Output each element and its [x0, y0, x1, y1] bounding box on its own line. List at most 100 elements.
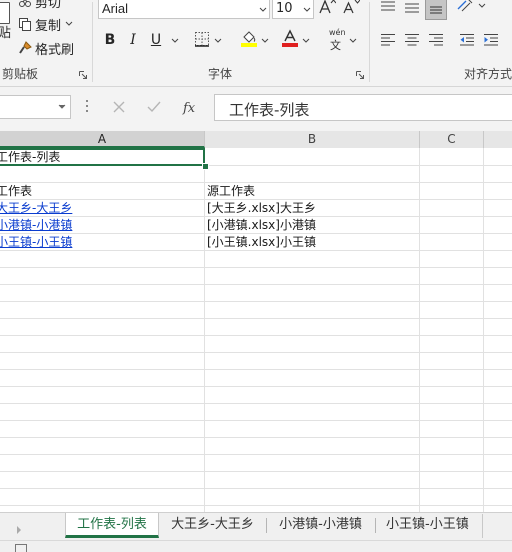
sheet-tab-active[interactable]: 工作表-列表: [65, 513, 159, 538]
fill-handle[interactable]: [202, 163, 209, 170]
cell-b3[interactable]: 源工作表: [207, 183, 255, 199]
column-gridline: [419, 148, 420, 512]
dialog-launcher-icon[interactable]: [356, 71, 364, 79]
underline-button[interactable]: U: [145, 29, 167, 51]
cell-a6-link[interactable]: 小王镇-小王镇: [0, 234, 72, 250]
decrease-indent-button[interactable]: [456, 29, 478, 51]
paste-label: 贴: [0, 26, 12, 41]
increase-font-size-button[interactable]: [318, 0, 337, 16]
copy-button[interactable]: 复制: [18, 15, 73, 34]
insert-function-button[interactable]: fx: [183, 97, 203, 117]
chevron-down-icon: [303, 7, 311, 12]
row-gridline: [0, 420, 512, 421]
align-left-button[interactable]: [377, 29, 399, 51]
bold-button[interactable]: B: [99, 29, 121, 51]
font-family-value: Arial: [102, 1, 129, 16]
font-size-value: 10: [276, 1, 293, 16]
format-painter-label: 格式刷: [35, 42, 75, 58]
column-header-d[interactable]: [484, 131, 512, 148]
column-gridline: [204, 148, 205, 512]
row-gridline: [0, 335, 512, 336]
align-right-icon: [429, 34, 443, 46]
row-gridline: [0, 182, 512, 183]
row-gridline: [0, 471, 512, 472]
chevron-down-icon: [58, 104, 66, 109]
row-gridline: [0, 369, 512, 370]
align-right-button[interactable]: [425, 29, 447, 51]
sheet-tab-bar: 工作表-列表 大王乡-大王乡 小港镇-小港镇 小王镇-小王镇: [0, 512, 512, 541]
cancel-button[interactable]: [111, 99, 127, 115]
row-gridline: [0, 301, 512, 302]
align-center-button[interactable]: [401, 29, 423, 51]
ribbon: 贴 剪切 复制 格式刷 剪贴板 Arial 10 B I U wén 文 字体 …: [0, 0, 512, 87]
worksheet-grid[interactable]: 工作表-列表 工作表 源工作表 大王乡-大王乡 [大王乡.xlsx]大王乡 小港…: [0, 148, 512, 512]
row-gridline: [0, 352, 512, 353]
row-gridline: [0, 250, 512, 251]
status-bar: [0, 540, 512, 552]
row-gridline: [0, 403, 512, 404]
decrease-font-size-button[interactable]: [342, 0, 361, 16]
format-painter-button[interactable]: 格式刷: [18, 39, 75, 58]
align-bottom-button[interactable]: [425, 0, 447, 20]
borders-button[interactable]: [194, 31, 224, 49]
sheet-tab[interactable]: 小港镇-小港镇: [268, 513, 373, 537]
cell-b6[interactable]: [小王镇.xlsx]小王镇: [207, 234, 316, 250]
sheet-tab[interactable]: 小王镇-小王镇: [378, 513, 488, 537]
align-top-icon: [381, 1, 395, 11]
paint-bucket-icon: [241, 31, 257, 47]
name-box[interactable]: [0, 95, 71, 119]
chevron-down-icon: [302, 38, 310, 43]
scissors-icon: [19, 0, 31, 7]
font-size-select[interactable]: 10: [272, 0, 314, 19]
chevron-down-icon: [214, 38, 222, 43]
column-header-a[interactable]: A: [0, 131, 205, 148]
italic-label: I: [130, 32, 136, 48]
cell-a5-link[interactable]: 小港镇-小港镇: [0, 217, 72, 233]
font-shrink-icon: [343, 0, 361, 14]
checkmark-icon: [147, 101, 161, 113]
bold-label: B: [104, 32, 116, 48]
phonetic-guide-button[interactable]: wén 文: [325, 28, 359, 52]
orientation-button[interactable]: [456, 0, 488, 17]
formula-input[interactable]: 工作表-列表: [214, 94, 512, 121]
phonetic-bottom-label: 文: [330, 39, 341, 52]
font-color-button[interactable]: [281, 29, 311, 51]
font-color-icon: [282, 29, 298, 47]
increase-indent-icon: [484, 34, 498, 46]
column-headers: A B C: [0, 131, 512, 149]
cell-b4[interactable]: [大王乡.xlsx]大王乡: [207, 200, 316, 216]
underline-label: U: [150, 32, 162, 48]
font-group-label: 字体: [208, 67, 233, 81]
chevron-down-icon[interactable]: [171, 38, 179, 44]
align-middle-button[interactable]: [401, 0, 423, 18]
chevron-down-icon: [65, 21, 73, 26]
chevron-down-icon: [349, 38, 357, 43]
fill-color-button[interactable]: [240, 29, 270, 51]
cut-button[interactable]: 剪切: [18, 0, 61, 11]
increase-indent-button[interactable]: [480, 29, 502, 51]
font-family-select[interactable]: Arial: [98, 0, 270, 19]
cell-a4-link[interactable]: 大王乡-大王乡: [0, 200, 72, 216]
cell-a1[interactable]: 工作表-列表: [0, 149, 60, 165]
brush-icon: [19, 41, 32, 54]
copy-icon: [19, 18, 31, 31]
scroll-tabs-button[interactable]: [15, 520, 25, 534]
dialog-launcher-icon[interactable]: [79, 71, 87, 79]
cell-b5[interactable]: [小港镇.xlsx]小港镇: [207, 217, 316, 233]
sheet-tab-label: 工作表-列表: [77, 517, 147, 532]
close-icon: [113, 101, 125, 113]
paste-button[interactable]: 贴: [0, 0, 16, 44]
column-header-c[interactable]: C: [420, 131, 484, 148]
column-header-b[interactable]: B: [205, 131, 420, 148]
formula-bar-grip[interactable]: [86, 100, 88, 114]
row-gridline: [0, 284, 512, 285]
column-gridline: [483, 148, 484, 512]
enter-button[interactable]: [146, 99, 162, 115]
sheet-tab-label: 大王乡-大王乡: [171, 517, 254, 532]
sheet-tab[interactable]: 大王乡-大王乡: [160, 513, 265, 537]
cell-a3[interactable]: 工作表: [0, 183, 32, 199]
copy-label: 复制: [35, 18, 62, 34]
align-left-icon: [381, 34, 395, 46]
italic-button[interactable]: I: [122, 29, 144, 51]
align-top-button[interactable]: [377, 0, 399, 18]
